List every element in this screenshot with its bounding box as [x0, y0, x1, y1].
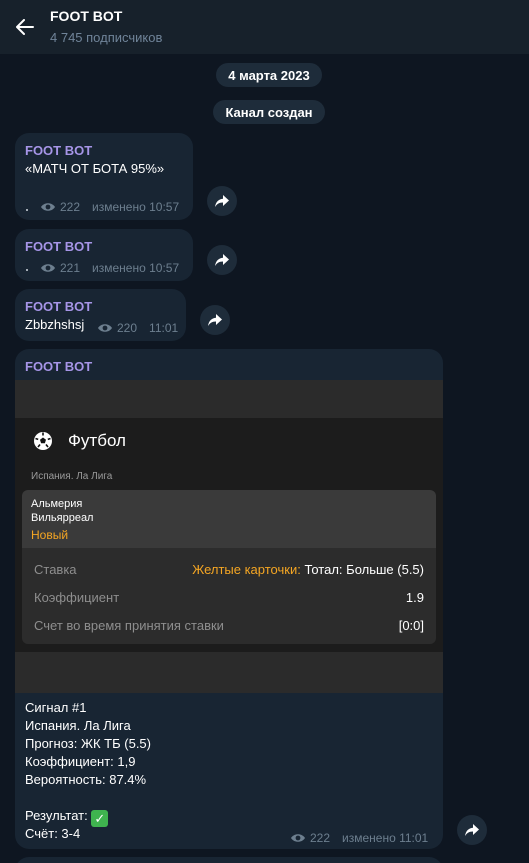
message-meta: 222 изменено 10:57 [40, 200, 179, 214]
message-dot [26, 209, 28, 211]
subscriber-count: 4 745 подписчиков [50, 30, 163, 45]
bet-label: Ставка [34, 561, 77, 577]
sender-name[interactable]: FOOT BOT [25, 299, 92, 314]
soccer-ball-icon [34, 432, 52, 450]
eye-icon [41, 264, 55, 272]
back-button[interactable] [0, 0, 50, 54]
view-count: 220 [117, 321, 138, 335]
view-count: 222 [60, 200, 81, 214]
forward-button[interactable] [207, 186, 237, 216]
bet-row: Ставка Желтые карточки: Тотал: Больше (5… [34, 560, 424, 578]
channel-created-pill: Канал создан [213, 100, 325, 124]
message-time: изменено 10:57 [92, 200, 180, 214]
bet-row: Счет во время принятия ставки [0:0] [34, 616, 424, 634]
image-bottom-bar [15, 652, 443, 693]
team-away: Вильярреал [31, 512, 94, 524]
match-card: Альмерия Вильярреал Новый [22, 490, 436, 548]
bet-value: [0:0] [398, 617, 424, 633]
sender-name[interactable]: FOOT BOT [25, 143, 92, 158]
caption-line: Коэффициент: 1,9 [25, 754, 136, 769]
bet-label: Счет во время принятия ставки [34, 617, 224, 633]
sender-name[interactable]: FOOT BOT [25, 359, 92, 374]
caption-line: Испания. Ла Лига [25, 718, 131, 733]
bet-screenshot-image[interactable]: Футбол Испания. Ла Лига Альмерия Вильярр… [15, 380, 443, 693]
share-arrow-icon [215, 195, 229, 207]
eye-icon [291, 834, 305, 842]
sport-header: Футбол [15, 418, 443, 464]
team-home: Альмерия [31, 498, 83, 510]
forward-button[interactable] [207, 245, 237, 275]
eye-icon [41, 203, 55, 211]
eye-icon [98, 324, 112, 332]
bet-value: 1.9 [405, 589, 424, 605]
bet-details: Ставка Желтые карточки: Тотал: Больше (5… [22, 548, 436, 644]
message-meta: 222 изменено 11:01 [290, 831, 428, 845]
message-dot [26, 269, 28, 271]
sport-name: Футбол [68, 431, 126, 450]
check-mark-icon: ✓ [91, 810, 109, 827]
sender-name[interactable]: FOOT BOT [25, 239, 92, 254]
chat-header: FOOT BOT 4 745 подписчиков [0, 0, 529, 54]
bet-market: Желтые карточки: [192, 561, 301, 577]
message-time: 11:01 [149, 321, 179, 335]
post-caption: Сигнал #1 Испания. Ла Лига Прогноз: ЖК Т… [25, 699, 151, 843]
message-bubble[interactable]: FOOT BOT 221 изменено 10:57 [15, 229, 193, 281]
result-label: Результат: [25, 808, 88, 823]
image-top-bar [15, 380, 443, 418]
arrow-left-icon [16, 19, 34, 35]
message-list[interactable]: 4 марта 2023 Канал создан FOOT BOT «МАТЧ… [0, 54, 529, 863]
message-text: «МАТЧ ОТ БОТА 95%» [25, 161, 165, 176]
message-meta: 220 11:01 [97, 321, 178, 335]
message-text: Zbbzhshsj [25, 317, 85, 332]
channel-title: FOOT BOT [50, 8, 123, 24]
view-count: 222 [310, 831, 331, 845]
forward-button[interactable] [457, 815, 487, 845]
message-time: изменено 10:57 [92, 261, 180, 275]
share-arrow-icon [215, 254, 229, 266]
view-count: 221 [60, 261, 81, 275]
bet-selection: Тотал: Больше (5.5) [300, 561, 424, 577]
share-arrow-icon [208, 314, 222, 326]
message-time: изменено 11:01 [342, 831, 429, 845]
caption-line: Прогноз: ЖК ТБ (5.5) [25, 736, 151, 751]
message-bubble[interactable]: FOOT BOT «МАТЧ ОТ БОТА 95%» 222 изменено… [15, 133, 193, 220]
league-name: Испания. Ла Лига [31, 471, 113, 482]
bet-value: Желтые карточки: Тотал: Больше (5.5) [192, 562, 424, 577]
next-message-bubble[interactable] [15, 857, 443, 863]
date-pill[interactable]: 4 марта 2023 [216, 63, 322, 87]
bet-status: Новый [31, 528, 69, 542]
bet-row: Коэффициент 1.9 [34, 588, 424, 606]
caption-line: Сигнал #1 [25, 700, 87, 715]
forward-button[interactable] [200, 305, 230, 335]
share-arrow-icon [465, 824, 479, 836]
result-line: Результат: ✓ [25, 807, 151, 827]
channel-info[interactable]: FOOT BOT 4 745 подписчиков [50, 8, 162, 46]
caption-line: Счёт: 3-4 [25, 826, 81, 841]
message-bubble[interactable]: FOOT BOT Zbbzhshsj 220 11:01 [15, 289, 186, 341]
message-meta: 221 изменено 10:57 [40, 261, 179, 275]
caption-line: Вероятность: 87.4% [25, 772, 147, 787]
bet-label: Коэффициент [34, 589, 120, 605]
